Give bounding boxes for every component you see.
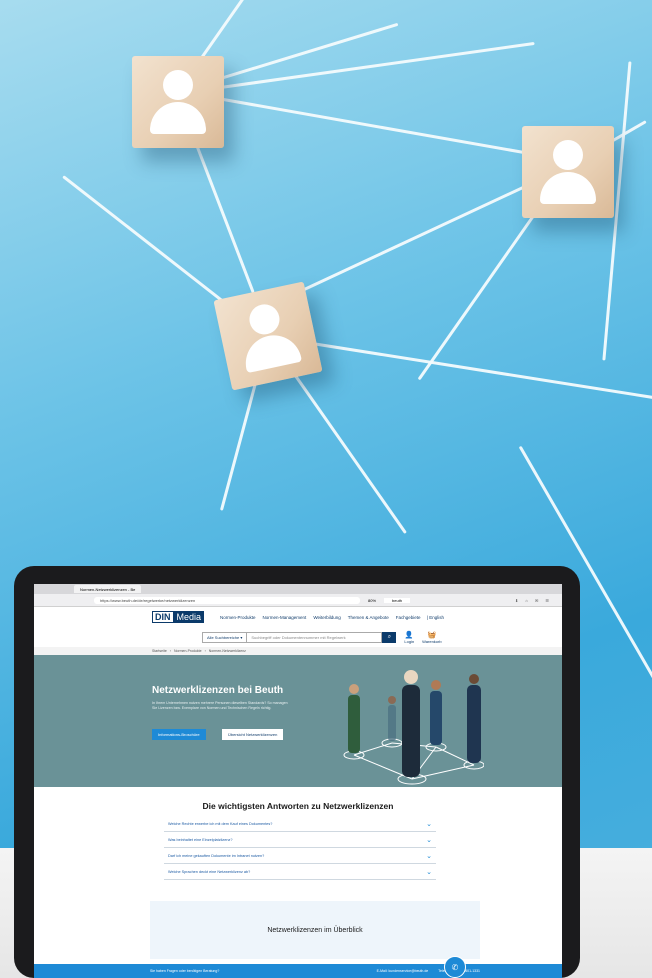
contact-email[interactable]: E-Mail: kundenservice@beuth.de (377, 969, 429, 973)
person-block (213, 281, 323, 391)
faq-question: Darf ich meine gekauften Dokumente im In… (168, 853, 265, 858)
faq-item[interactable]: Welche Sprachen deckt eine Netzwerklizen… (164, 864, 436, 880)
account-area: 👤 Login 🧺 Warenkorb (404, 631, 441, 644)
cart-label: Warenkorb (422, 638, 442, 644)
hero-title: Netzwerklizenzen bei Beuth (152, 685, 284, 696)
main-nav: Normen-Produkte Normen-Management Weiter… (220, 615, 421, 620)
breadcrumb-item[interactable]: Normen-Produkte (174, 649, 202, 653)
contact-bar: Sie haben Fragen oder benötigen Beratung… (34, 956, 562, 978)
search-placeholder: Suchbegriff oder Dokumentennummer mit Re… (251, 634, 346, 640)
overview-button[interactable]: Übersicht Netzwerklizenzen (222, 729, 284, 740)
overview-section: Netzwerklizenzen im Überblick (150, 901, 480, 959)
breadcrumb-item[interactable]: Startseite (152, 649, 167, 653)
toolbar-icons[interactable]: ⬇ ⌂ ✉ ☰ (515, 598, 552, 603)
nav-item[interactable]: Normen-Produkte (220, 615, 256, 620)
chevron-down-icon: ⌄ (426, 836, 432, 844)
overview-title: Netzwerklizenzen im Überblick (267, 927, 363, 934)
nav-item[interactable]: Normen-Management (263, 615, 307, 620)
contact-question: Sie haben Fragen oder benötigen Beratung… (150, 969, 220, 973)
hero-banner: Netzwerklizenzen bei Beuth In Ihrem Unte… (34, 655, 562, 787)
search-button[interactable]: ⌕ (382, 631, 397, 643)
din-media-logo[interactable]: DIN Media (152, 611, 205, 623)
address-field[interactable]: https://www.beuth.de/de/regelwerke/netzw… (94, 596, 360, 604)
chat-icon: ✆ (451, 962, 459, 972)
faq-title: Die wichtigsten Antworten zu Netzwerkliz… (202, 801, 394, 811)
breadcrumb: Startseite › Normen-Produkte › Normen-Netz… (34, 647, 562, 655)
search-scope-label: Alle Suchbereiche (207, 634, 240, 640)
tablet-device: Normen-Netzwerklizenzen - Be https://www… (14, 566, 580, 978)
brochure-button[interactable]: Informations-Broschüre (152, 729, 206, 740)
faq-list: Welche Rechte erwerbe ich mit dem Kauf e… (164, 816, 436, 880)
logo-media: Media (173, 611, 205, 623)
login-button[interactable]: 👤 Login (404, 631, 414, 644)
faq-question: Was beinhaltet eine Einzelplatzlizenz? (168, 837, 233, 842)
browser-tab[interactable]: Normen-Netzwerklizenzen - Be (74, 585, 142, 593)
tablet-screen: Normen-Netzwerklizenzen - Be https://www… (34, 584, 562, 978)
faq-item[interactable]: Was beinhaltet eine Einzelplatzlizenz? ⌄ (164, 832, 436, 848)
faq-question: Welche Rechte erwerbe ich mit dem Kauf e… (168, 821, 273, 826)
language-switch[interactable]: | English (427, 615, 444, 620)
nav-item[interactable]: Fachgebiete (396, 615, 421, 620)
site-search-row: Alle Suchbereiche ▾ Suchbegriff oder Dok… (34, 627, 562, 647)
browser-url-bar: https://www.beuth.de/de/regelwerke/netzw… (34, 594, 562, 607)
breadcrumb-item: Normen-Netzwerklizenz (208, 649, 246, 653)
network-string (177, 90, 573, 163)
chevron-down-icon: ⌄ (426, 820, 432, 828)
browser-tab-title: Normen-Netzwerklizenzen - Be (80, 586, 136, 592)
site-search-input[interactable]: Suchbegriff oder Dokumentennummer mit Re… (247, 631, 383, 643)
search-icon: ⌕ (387, 633, 392, 640)
nav-item[interactable]: Weiterbildung (313, 615, 340, 620)
logo-din: DIN (152, 611, 174, 623)
chevron-down-icon: ⌄ (426, 868, 432, 876)
browser-tab-bar: Normen-Netzwerklizenzen - Be (34, 584, 562, 594)
login-label: Login (404, 638, 415, 644)
cart-icon: 🧺 (427, 631, 437, 639)
network-string (267, 335, 652, 401)
person-block (132, 56, 224, 148)
hero-text: In Ihrem Unternehmen nutzen mehrere Pers… (152, 701, 288, 710)
nav-item[interactable]: Themen & Angebote (348, 615, 389, 620)
faq-item[interactable]: Darf ich meine gekauften Dokumente im In… (164, 848, 436, 864)
browser-search-input[interactable]: beuth (384, 597, 411, 603)
user-icon: 👤 (404, 631, 414, 639)
cart-button[interactable]: 🧺 Warenkorb (422, 631, 441, 644)
faq-question: Welche Sprachen deckt eine Netzwerklizen… (168, 869, 251, 874)
hero-illustration (343, 670, 484, 785)
zoom-level[interactable]: 80% (368, 598, 376, 603)
chat-button[interactable]: ✆ (444, 956, 466, 978)
site-header: DIN Media Normen-Produkte Normen-Managem… (34, 607, 562, 627)
person-block (522, 126, 614, 218)
search-scope-select[interactable]: Alle Suchbereiche ▾ (202, 631, 248, 643)
network-string (177, 41, 535, 95)
url-text: https://www.beuth.de/de/regelwerke/netzw… (100, 597, 196, 603)
chevron-down-icon: ⌄ (426, 852, 432, 860)
faq-item[interactable]: Welche Rechte erwerbe ich mit dem Kauf e… (164, 816, 436, 832)
